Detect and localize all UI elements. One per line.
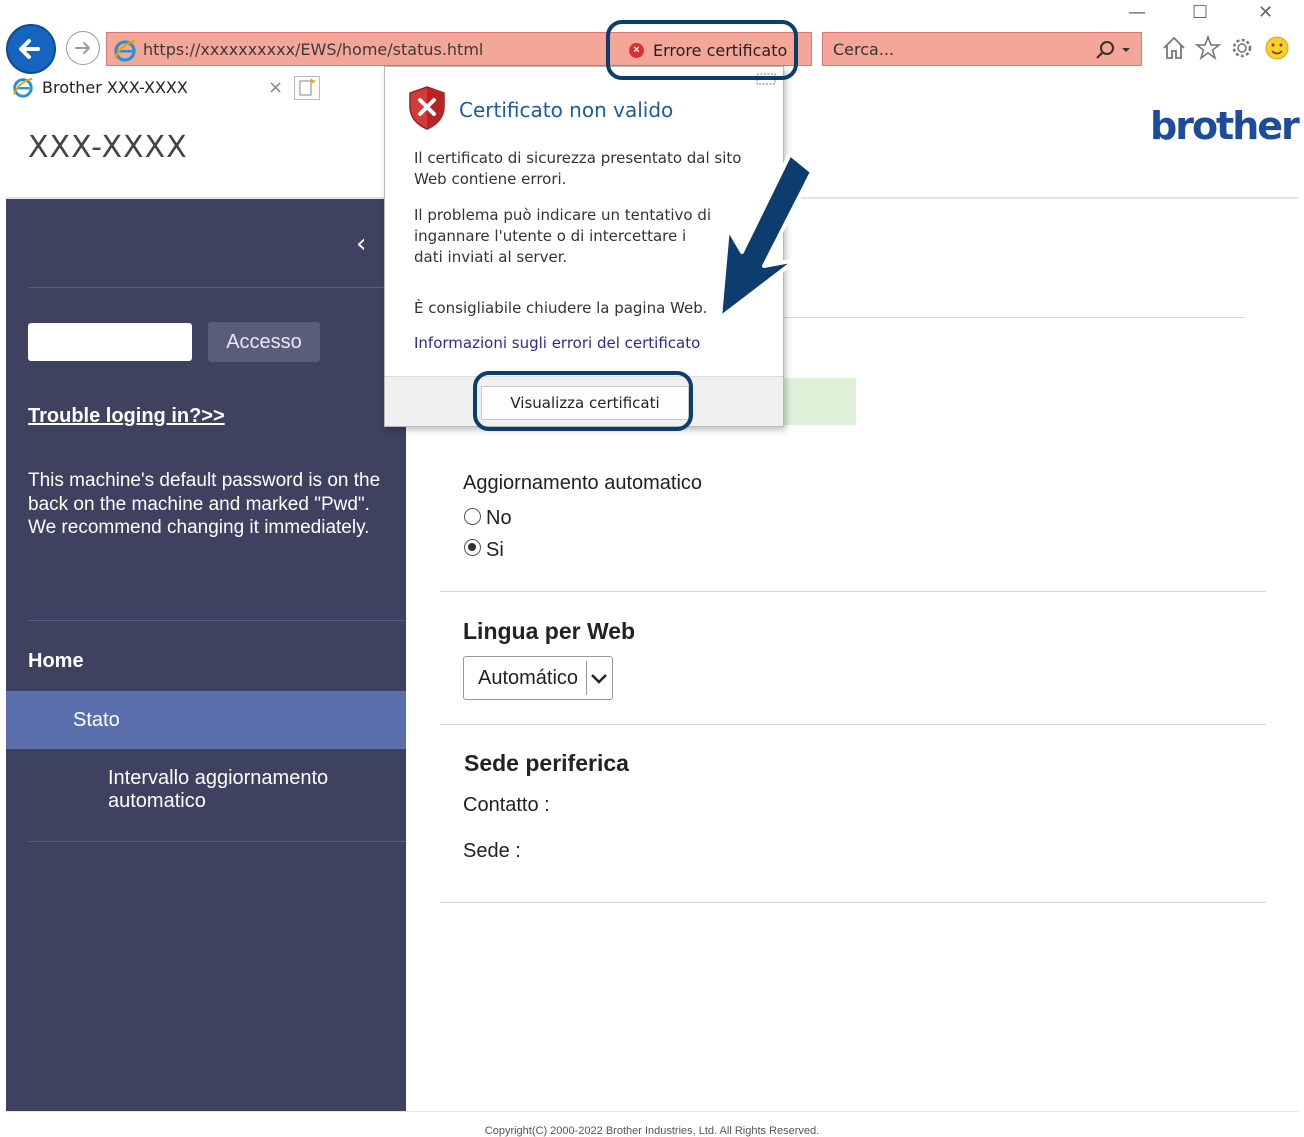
sidebar: ‹ Accesso Trouble loging in?>> This mach… <box>6 199 406 1111</box>
close-window-button[interactable]: ✕ <box>1258 2 1273 23</box>
location-label: Sede : <box>463 840 521 862</box>
home-icon[interactable] <box>1160 34 1188 62</box>
ie-logo-icon <box>12 77 33 98</box>
default-password-note: This machine's default password is on th… <box>28 470 381 538</box>
favorites-star-icon[interactable] <box>1194 34 1222 62</box>
sidebar-divider <box>28 620 406 621</box>
section-divider <box>440 724 1266 725</box>
certificate-error-label: Errore certificato <box>653 41 788 60</box>
certificate-errors-info-link[interactable]: Informazioni sugli errori del certificat… <box>414 334 700 352</box>
ie-logo-icon <box>114 40 136 62</box>
arrow-right-icon <box>75 42 90 54</box>
contact-label: Contatto : <box>463 794 550 816</box>
radio-si-label: Si <box>486 539 504 561</box>
web-language-title: Lingua per Web <box>463 618 636 644</box>
sidebar-item-auto-refresh-interval[interactable]: Intervallo aggiornamento automatico <box>108 767 388 813</box>
language-select[interactable]: Automático <box>463 656 613 700</box>
browser-tab[interactable]: Brother XXX-XXXX × <box>6 72 291 104</box>
section-divider <box>440 902 1266 903</box>
trouble-login-link[interactable]: Trouble loging in?>> <box>28 405 225 428</box>
shield-error-icon <box>409 86 445 130</box>
radio-no-label: No <box>486 507 512 529</box>
login-button[interactable]: Accesso <box>208 322 320 362</box>
search-icon[interactable] <box>1091 37 1135 63</box>
collapse-sidebar-icon[interactable]: ‹ <box>356 229 366 259</box>
feedback-smiley-icon[interactable] <box>1263 34 1291 62</box>
footer-divider <box>6 1111 1298 1112</box>
search-field[interactable]: Cerca... <box>822 32 1142 66</box>
settings-gear-icon[interactable] <box>1228 34 1256 62</box>
back-button[interactable] <box>6 24 56 74</box>
radio-no[interactable] <box>464 508 481 525</box>
popup-paragraph-2: Il problema può indicare un tentativo di… <box>414 206 712 266</box>
popup-footer: Visualizza certificati <box>385 376 783 426</box>
status-indicator-bar <box>782 378 856 425</box>
sidebar-item-home[interactable]: Home <box>28 650 84 673</box>
search-placeholder: Cerca... <box>833 40 895 59</box>
forward-button[interactable] <box>66 31 100 65</box>
view-certificates-button[interactable]: Visualizza certificati <box>481 386 689 420</box>
new-tab-button[interactable] <box>294 76 320 100</box>
callout-arrow-icon <box>718 152 814 320</box>
chevron-down-icon <box>586 661 610 695</box>
section-divider <box>440 591 1266 592</box>
language-select-value: Automático <box>478 667 579 689</box>
error-x-icon: × <box>629 43 644 58</box>
sidebar-divider <box>28 287 406 288</box>
auto-refresh-title: Aggiornamento automatico <box>463 472 703 494</box>
sidebar-item-stato[interactable]: Stato <box>6 691 406 749</box>
sidebar-divider <box>28 841 406 842</box>
tab-title: Brother XXX-XXXX <box>42 78 188 97</box>
device-location-title: Sede periferica <box>464 750 629 776</box>
address-bar[interactable]: https://xxxxxxxxxx/EWS/home/status.html … <box>106 32 812 66</box>
arrow-left-icon <box>19 39 40 59</box>
printer-model: XXX-XXXX <box>28 130 188 165</box>
maximize-window-button[interactable]: ☐ <box>1192 2 1208 23</box>
minimize-window-button[interactable]: — <box>1128 2 1146 23</box>
certificate-error-button[interactable]: × Errore certificato <box>625 35 787 65</box>
password-input[interactable] <box>28 323 192 361</box>
copyright-text: Copyright(C) 2000-2022 Brother Industrie… <box>484 1125 820 1137</box>
close-tab-icon[interactable]: × <box>268 77 283 98</box>
popup-title: Certificato non valido <box>459 98 674 122</box>
new-tab-icon <box>299 78 315 96</box>
sidebar-item-label: Stato <box>73 709 120 731</box>
address-url: https://xxxxxxxxxx/EWS/home/status.html <box>143 40 484 59</box>
popup-resize-icon <box>756 73 776 85</box>
brother-logo: brother <box>1150 104 1300 148</box>
radio-si[interactable] <box>464 539 481 556</box>
